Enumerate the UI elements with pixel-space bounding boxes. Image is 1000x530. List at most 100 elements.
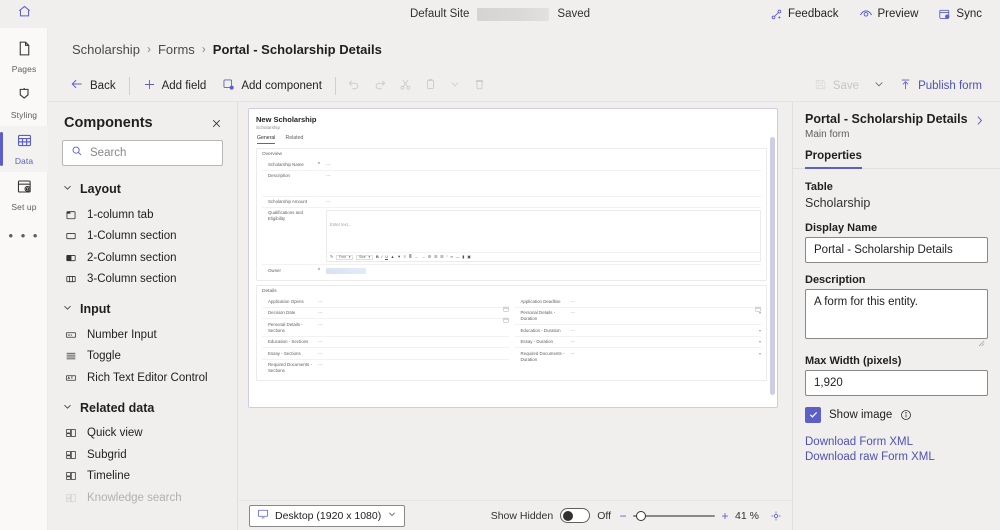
form-field-required-documents-sections[interactable]: Required Documents - Sections ---	[262, 360, 509, 376]
home-button[interactable]	[0, 0, 48, 28]
field-label: Scholarship Amount	[268, 199, 314, 205]
chevron-down-icon[interactable]: ▾	[755, 351, 761, 356]
component-2-column-section[interactable]: 2-Column section	[48, 247, 237, 269]
font-color-button[interactable]: ▼	[397, 255, 401, 259]
form-field-description[interactable]: Description ---	[262, 171, 761, 197]
quote-button[interactable]: “	[446, 255, 447, 259]
zoom-slider-thumb[interactable]	[636, 511, 646, 521]
rail-item-setup[interactable]: Set up	[0, 172, 48, 218]
info-icon[interactable]	[900, 409, 912, 421]
tab-properties[interactable]: Properties	[805, 150, 862, 168]
increase-indent-button[interactable]: →	[421, 255, 425, 259]
save-options-button[interactable]	[867, 73, 891, 99]
form-field-scholarship-name[interactable]: Scholarship Name * ---	[262, 159, 761, 171]
form-canvas[interactable]: New Scholarship Scholarship General Rela…	[239, 102, 792, 500]
max-width-input[interactable]	[805, 370, 988, 396]
form-field-education-sections[interactable]: Education - Sections ---	[262, 337, 509, 348]
calendar-icon[interactable]	[503, 299, 509, 305]
copy-button	[418, 73, 443, 99]
align-right-button[interactable]: ☰	[440, 255, 444, 259]
insert-table-button[interactable]: ▣	[467, 255, 471, 259]
component-1-column-section[interactable]: 1-Column section	[48, 226, 237, 248]
underline-button[interactable]: U	[385, 255, 388, 259]
breadcrumb-item-forms[interactable]: Forms	[158, 42, 195, 57]
show-hidden-toggle[interactable]	[560, 508, 590, 523]
insert-image-button[interactable]: ▮	[462, 255, 464, 259]
component-number-input[interactable]: Number Input	[48, 324, 237, 346]
form-field-essay-sections[interactable]: Essay - Sections ---	[262, 348, 509, 359]
form-field-scholarship-amount[interactable]: Scholarship Amount ---	[262, 197, 761, 208]
download-form-xml-link[interactable]: Download Form XML	[805, 436, 988, 448]
form-tab-general[interactable]: General	[257, 135, 275, 144]
publish-form-button[interactable]: Publish form	[891, 73, 990, 99]
align-left-button[interactable]: ☰	[428, 255, 432, 259]
component-1-column-tab[interactable]: 1-column tab	[48, 204, 237, 226]
link-button[interactable]: ∞	[450, 255, 453, 259]
device-size-select[interactable]: Desktop (1920 x 1080)	[249, 505, 405, 527]
component-quick-view[interactable]: Quick view	[48, 423, 237, 445]
zoom-in-button[interactable]: +	[720, 510, 730, 522]
feedback-button[interactable]: Feedback	[762, 5, 847, 24]
numbered-list-button[interactable]: ≣	[409, 255, 412, 259]
sync-button[interactable]: Sync	[930, 5, 990, 24]
component-toggle[interactable]: Toggle	[48, 346, 237, 368]
form-section-overview[interactable]: Overview Scholarship Name * --- Descript…	[256, 148, 767, 281]
form-tab-related[interactable]: Related	[285, 135, 303, 144]
component-timeline[interactable]: Timeline	[48, 466, 237, 488]
add-field-button[interactable]: Add field	[135, 73, 215, 99]
form-field-application-opens[interactable]: Application Opens ---	[262, 296, 509, 308]
form-field-required-documents-duration[interactable]: Required Documents - Duration --- ▾	[515, 348, 762, 364]
show-image-checkbox[interactable]	[805, 407, 821, 423]
component-3-column-section[interactable]: 3-Column section	[48, 269, 237, 291]
zoom-slider[interactable]	[633, 509, 715, 523]
breadcrumb-item-scholarship[interactable]: Scholarship	[72, 42, 140, 57]
align-center-button[interactable]: ☰	[434, 255, 438, 259]
chevron-right-icon[interactable]	[969, 112, 988, 132]
form-field-application-deadline[interactable]: Application Deadline ---	[515, 296, 762, 308]
calendar-icon[interactable]	[503, 310, 509, 316]
form-field-essay-duration[interactable]: Essay - Duration --- ▾	[515, 337, 762, 348]
preview-button[interactable]: Preview	[851, 4, 927, 24]
form-preview-scrollbar[interactable]	[770, 137, 775, 395]
components-group-related-data[interactable]: Related data	[48, 389, 237, 423]
form-field-decision-date[interactable]: Decision Date ---	[262, 308, 509, 320]
rail-item-styling[interactable]: Styling	[0, 80, 48, 126]
format-painter-icon[interactable]: ✎	[330, 255, 333, 259]
search-box[interactable]	[62, 140, 223, 166]
components-group-input[interactable]: Input	[48, 290, 237, 324]
chevron-down-icon[interactable]: ▾	[755, 328, 761, 333]
component-rich-text-editor[interactable]: Rich Text Editor Control	[48, 367, 237, 389]
chevron-down-icon[interactable]: ▾	[755, 339, 761, 344]
rail-item-pages[interactable]: Pages	[0, 34, 48, 80]
form-field-owner[interactable]: Owner *	[262, 265, 761, 276]
horizontal-rule-button[interactable]: —	[456, 255, 460, 259]
form-field-qualifications-eligibility[interactable]: Qualifications and Eligibility Enter tex…	[262, 208, 761, 266]
form-section-details[interactable]: Details Application Opens ---	[256, 285, 767, 381]
font-size-select[interactable]: Size ▾	[356, 255, 373, 261]
rail-more-button[interactable]: • • •	[0, 218, 48, 252]
bulleted-list-button[interactable]: ≡	[404, 255, 406, 259]
add-component-button[interactable]: Add component	[214, 73, 330, 99]
highlight-color-button[interactable]: ▲	[391, 255, 395, 259]
form-field-personal-details-sections[interactable]: Personal Details - Sections ---	[262, 319, 509, 336]
search-input[interactable]	[90, 147, 238, 159]
italic-button[interactable]: I	[381, 255, 382, 259]
font-family-select[interactable]: Font ▾	[336, 255, 353, 261]
components-group-layout[interactable]: Layout	[48, 170, 237, 204]
component-subgrid[interactable]: Subgrid	[48, 444, 237, 466]
rich-text-editor[interactable]: Enter text... ✎ Font ▾ Size ▾ B I U ▲ ▼ …	[326, 210, 761, 262]
decrease-indent-button[interactable]: ←	[415, 255, 419, 259]
form-field-education-duration[interactable]: Education - Duration --- ▾	[515, 325, 762, 336]
calendar-icon[interactable]	[755, 299, 761, 305]
description-textarea[interactable]	[805, 289, 988, 339]
fit-to-screen-icon[interactable]	[770, 510, 782, 522]
bold-button[interactable]: B	[376, 255, 379, 259]
back-button[interactable]: Back	[62, 73, 124, 99]
close-icon[interactable]	[207, 114, 225, 132]
zoom-out-button[interactable]: −	[618, 510, 628, 522]
form-preview-shell[interactable]: New Scholarship Scholarship General Rela…	[248, 108, 778, 408]
form-field-personal-details-duration[interactable]: Personal Details - Duration --- ▾	[515, 308, 762, 325]
display-name-input[interactable]	[805, 237, 988, 263]
rail-item-data[interactable]: Data	[0, 126, 48, 172]
download-raw-form-xml-link[interactable]: Download raw Form XML	[805, 451, 988, 463]
